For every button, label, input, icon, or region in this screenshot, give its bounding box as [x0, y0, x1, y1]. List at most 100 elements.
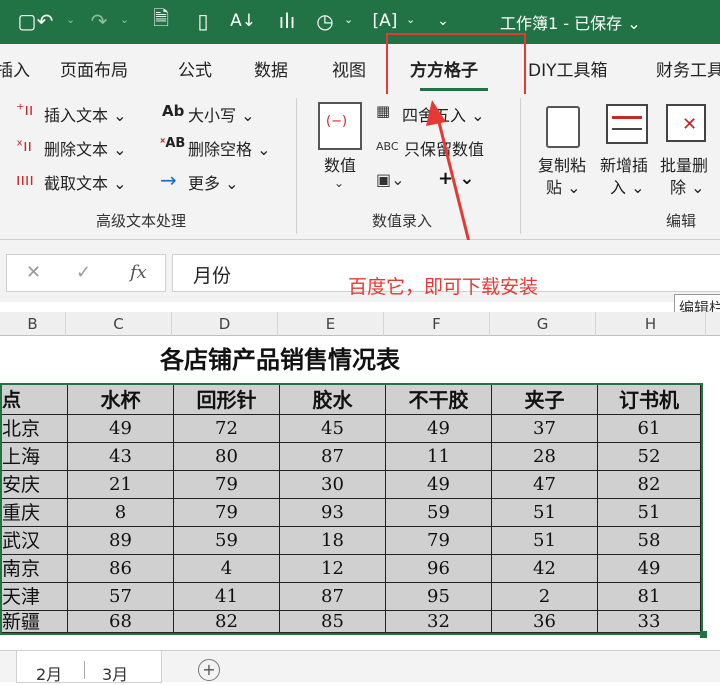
- new-doc-icon[interactable]: ▯: [190, 8, 216, 34]
- textbox-icon[interactable]: [A]: [372, 8, 398, 34]
- table-cell[interactable]: 33: [598, 611, 701, 633]
- table-cell-city[interactable]: 新疆: [2, 611, 68, 633]
- table-cell-city[interactable]: 南京: [2, 555, 68, 583]
- table-cell[interactable]: 49: [68, 415, 174, 443]
- table-cell[interactable]: 52: [598, 443, 701, 471]
- undo-icon[interactable]: ↶: [32, 8, 58, 34]
- table-cell[interactable]: 61: [598, 415, 701, 443]
- table-cell[interactable]: 59: [386, 499, 492, 527]
- table-cell[interactable]: 58: [598, 527, 701, 555]
- column-header-c[interactable]: C: [66, 312, 172, 336]
- shapes-dropdown-icon[interactable]: ⌄: [344, 13, 353, 26]
- copy-paste-button-line2[interactable]: 贴 ⌄: [546, 174, 581, 198]
- table-cell-city[interactable]: 天津: [2, 583, 68, 611]
- table-header-cell[interactable]: 水杯: [68, 385, 174, 415]
- tab-view[interactable]: 视图: [332, 56, 366, 81]
- table-cell[interactable]: 82: [174, 611, 280, 633]
- table-cell[interactable]: 49: [386, 415, 492, 443]
- table-cell[interactable]: 51: [492, 527, 598, 555]
- table-cell[interactable]: 18: [280, 527, 386, 555]
- table-cell[interactable]: 80: [174, 443, 280, 471]
- table-cell[interactable]: 89: [68, 527, 174, 555]
- table-cell[interactable]: 93: [280, 499, 386, 527]
- table-cell[interactable]: 32: [386, 611, 492, 633]
- table-cell[interactable]: 51: [598, 499, 701, 527]
- redo-dropdown-icon[interactable]: ⌄: [120, 13, 129, 26]
- table-cell-city[interactable]: 重庆: [2, 499, 68, 527]
- table-cell[interactable]: 28: [492, 443, 598, 471]
- add-insert-button[interactable]: 新增插: [600, 152, 648, 176]
- column-header-e[interactable]: E: [278, 312, 384, 336]
- table-cell[interactable]: 37: [492, 415, 598, 443]
- save-pdf-icon[interactable]: 🗎: [148, 6, 174, 34]
- tab-formulas[interactable]: 公式: [178, 56, 212, 81]
- table-cell[interactable]: 41: [174, 583, 280, 611]
- table-cell[interactable]: 49: [598, 555, 701, 583]
- table-cell[interactable]: 87: [280, 443, 386, 471]
- cut-text-button[interactable]: 截取文本 ⌄: [44, 170, 127, 194]
- table-cell[interactable]: 36: [492, 611, 598, 633]
- delete-text-button[interactable]: 删除文本 ⌄: [44, 136, 127, 160]
- sheet-tab-feb[interactable]: 2月: [36, 661, 62, 685]
- enter-icon[interactable]: ✓: [76, 262, 91, 283]
- document-title[interactable]: 工作簿1 - 已保存 ⌄: [500, 10, 641, 34]
- table-cell[interactable]: 59: [174, 527, 280, 555]
- undo-dropdown-icon[interactable]: ⌄: [66, 13, 75, 26]
- table-cell[interactable]: 72: [174, 415, 280, 443]
- table-cell-city[interactable]: 安庆: [2, 471, 68, 499]
- value-button[interactable]: 数值: [324, 152, 356, 176]
- table-cell[interactable]: 30: [280, 471, 386, 499]
- cancel-icon[interactable]: ✕: [26, 262, 41, 283]
- add-insert-button-line2[interactable]: 入 ⌄: [610, 174, 645, 198]
- table-cell[interactable]: 11: [386, 443, 492, 471]
- table-cell[interactable]: 12: [280, 555, 386, 583]
- table-cell-city[interactable]: 上海: [2, 443, 68, 471]
- sheet-title[interactable]: 各店铺产品销售情况表: [0, 340, 560, 375]
- table-cell[interactable]: 95: [386, 583, 492, 611]
- table-cell-city[interactable]: 武汉: [2, 527, 68, 555]
- table-cell[interactable]: 51: [492, 499, 598, 527]
- column-header-d[interactable]: D: [172, 312, 278, 336]
- redo-icon[interactable]: ↷: [86, 8, 112, 34]
- batch-delete-button-line2[interactable]: 除 ⌄: [670, 174, 705, 198]
- cell-format-icon[interactable]: ▣⌄: [376, 170, 405, 189]
- table-header-cell[interactable]: 订书机: [598, 385, 701, 415]
- table-cell[interactable]: 8: [68, 499, 174, 527]
- table-cell[interactable]: 82: [598, 471, 701, 499]
- table-cell[interactable]: 81: [598, 583, 701, 611]
- table-cell[interactable]: 79: [386, 527, 492, 555]
- table-cell-city[interactable]: 北京: [2, 415, 68, 443]
- table-cell[interactable]: 86: [68, 555, 174, 583]
- table-cell[interactable]: 85: [280, 611, 386, 633]
- table-cell[interactable]: 68: [68, 611, 174, 633]
- insert-text-button[interactable]: 插入文本 ⌄: [44, 102, 127, 126]
- fill-handle[interactable]: [700, 631, 707, 638]
- sheet-tab-mar[interactable]: 3月: [102, 661, 128, 685]
- column-header-f[interactable]: F: [384, 312, 490, 336]
- table-header-cell[interactable]: 不干胶: [386, 385, 492, 415]
- table-cell[interactable]: 49: [386, 471, 492, 499]
- table-header-cell[interactable]: 点: [2, 385, 68, 415]
- column-header-b[interactable]: B: [0, 312, 66, 336]
- table-cell[interactable]: 87: [280, 583, 386, 611]
- table-cell[interactable]: 2: [492, 583, 598, 611]
- tab-diy-toolbox[interactable]: DIY工具箱: [528, 56, 608, 81]
- table-header-cell[interactable]: 胶水: [280, 385, 386, 415]
- table-cell[interactable]: 21: [68, 471, 174, 499]
- tab-insert[interactable]: 插入: [0, 56, 30, 81]
- table-cell[interactable]: 42: [492, 555, 598, 583]
- copy-paste-button[interactable]: 复制粘: [538, 152, 586, 176]
- add-sheet-icon[interactable]: +: [198, 659, 220, 681]
- tab-page-layout[interactable]: 页面布局: [60, 56, 128, 81]
- table-cell[interactable]: 79: [174, 499, 280, 527]
- shapes-icon[interactable]: ◷: [312, 8, 338, 34]
- fx-icon[interactable]: fx: [130, 262, 147, 283]
- table-cell[interactable]: 43: [68, 443, 174, 471]
- more-icon[interactable]: ⌄: [430, 8, 456, 34]
- table-cell[interactable]: 45: [280, 415, 386, 443]
- table-cell[interactable]: 79: [174, 471, 280, 499]
- table-header-cell[interactable]: 回形针: [174, 385, 280, 415]
- case-button[interactable]: 大小写 ⌄: [188, 102, 255, 126]
- table-cell[interactable]: 96: [386, 555, 492, 583]
- tab-finance-tools[interactable]: 财务工具: [656, 56, 720, 81]
